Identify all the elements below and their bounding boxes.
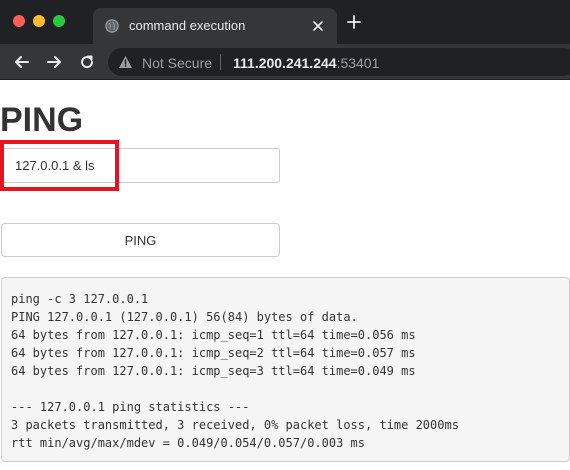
url-host: 111.200.241.244 [233, 55, 337, 71]
output-line: 64 bytes from 127.0.0.1: icmp_seq=2 ttl=… [11, 346, 416, 360]
command-output: ping -c 3 127.0.0.1 PING 127.0.0.1 (127.… [1, 277, 570, 462]
security-label[interactable]: Not Secure [142, 55, 212, 71]
arrow-left-icon[interactable] [12, 52, 32, 72]
page-title: PING [0, 101, 84, 139]
omnibox-divider [220, 54, 221, 70]
browser-tab-bar: command execution [0, 0, 570, 44]
globe-icon [105, 19, 119, 33]
ping-button[interactable]: PING [1, 223, 280, 257]
output-line: 3 packets transmitted, 3 received, 0% pa… [11, 418, 459, 432]
output-line: 64 bytes from 127.0.0.1: icmp_seq=1 ttl=… [11, 328, 416, 342]
tab-title: command execution [129, 18, 246, 33]
plus-icon[interactable] [345, 13, 363, 31]
output-line: ping -c 3 127.0.0.1 [11, 292, 149, 306]
window-maximize-button[interactable] [53, 15, 65, 27]
window-minimize-button[interactable] [33, 15, 45, 27]
browser-toolbar: Not Secure 111.200.241.244:53401 [0, 44, 570, 80]
close-icon[interactable] [311, 19, 325, 33]
reload-icon[interactable] [77, 52, 97, 72]
warning-triangle-icon[interactable] [118, 55, 133, 69]
output-line: 64 bytes from 127.0.0.1: icmp_seq=3 ttl=… [11, 364, 416, 378]
ip-input[interactable] [1, 148, 280, 183]
output-line: PING 127.0.0.1 (127.0.0.1) 56(84) bytes … [11, 310, 358, 324]
url-text[interactable]: 111.200.241.244:53401 [233, 55, 379, 71]
address-bar[interactable]: Not Secure 111.200.241.244:53401 [108, 48, 570, 76]
url-port: :53401 [336, 55, 380, 71]
arrow-right-icon[interactable] [44, 52, 64, 72]
browser-tab[interactable]: command execution [93, 8, 337, 44]
output-line: rtt min/avg/max/mdev = 0.049/0.054/0.057… [11, 436, 366, 450]
window-close-button[interactable] [13, 15, 25, 27]
output-line: --- 127.0.0.1 ping statistics --- [11, 400, 250, 414]
